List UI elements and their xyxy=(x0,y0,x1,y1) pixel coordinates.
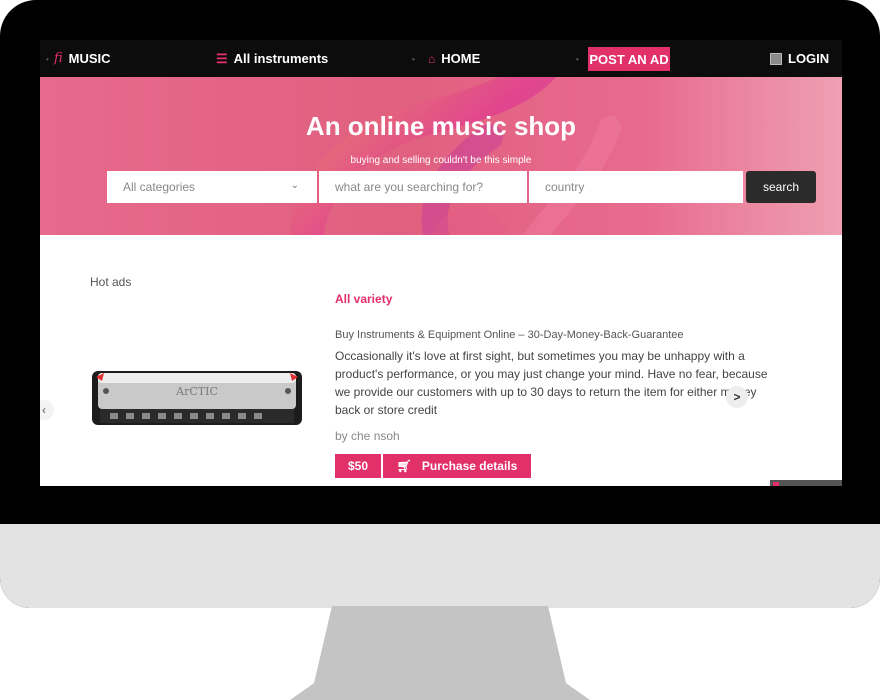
search-query-wrapper: what are you searching for? xyxy=(319,171,527,203)
nav-login[interactable]: LOGIN xyxy=(770,40,829,77)
category-select-value: All categories xyxy=(123,180,196,194)
post-ad-button[interactable]: POST AN AD xyxy=(588,47,670,71)
nav-separator: • xyxy=(412,55,415,64)
country-wrapper: country xyxy=(529,171,743,203)
brand-link[interactable]: fi MUSIC xyxy=(54,40,111,77)
home-icon: ⌂ xyxy=(428,51,436,66)
price-badge: $50 xyxy=(335,454,381,478)
category-select[interactable]: All categories ⌄ xyxy=(107,171,317,203)
search-button[interactable]: search xyxy=(746,171,816,203)
ad-title[interactable]: Buy Instruments & Equipment Online – 30-… xyxy=(335,329,684,341)
nav-all-instruments[interactable]: ☰ All instruments xyxy=(216,40,328,77)
top-navbar: • fi MUSIC ☰ All instruments • ⌂ HOME • … xyxy=(40,40,842,77)
nav-all-instruments-label: All instruments xyxy=(233,51,329,66)
nav-home-label: HOME xyxy=(441,51,481,66)
nav-login-label: LOGIN xyxy=(788,51,830,66)
country-input[interactable]: country xyxy=(529,171,743,203)
carousel-next-button[interactable]: > xyxy=(726,386,748,408)
search-input-placeholder: what are you searching for? xyxy=(335,180,484,194)
website-screen: • fi MUSIC ☰ All instruments • ⌂ HOME • … xyxy=(40,40,842,486)
search-bar: All categories ⌄ xyxy=(107,171,317,203)
list-icon: ☰ xyxy=(216,50,228,66)
country-input-placeholder: country xyxy=(545,180,585,194)
hero-banner: An online music shop buying and selling … xyxy=(40,77,842,235)
nav-separator: • xyxy=(576,55,579,64)
corner-widget[interactable] xyxy=(770,480,842,486)
chevron-down-icon: ⌄ xyxy=(290,180,299,191)
nav-home[interactable]: ⌂ HOME xyxy=(428,40,480,77)
harmonica-product-image[interactable]: ArCTIC xyxy=(90,365,310,435)
ad-description: Occasionally it's love at first sight, b… xyxy=(335,349,768,417)
product-brand-text: ArCTIC xyxy=(175,385,218,398)
ad-category[interactable]: All variety xyxy=(335,292,392,306)
hot-ads-heading: Hot ads xyxy=(90,275,132,289)
purchase-details-button[interactable]: 🛒︎ Purchase details xyxy=(383,454,531,478)
brand-label: MUSIC xyxy=(68,51,111,66)
nav-separator: • xyxy=(46,55,49,64)
hero-subtitle: buying and selling couldn't be this simp… xyxy=(350,155,532,166)
monitor-stand xyxy=(290,606,590,700)
cart-icon: 🛒︎ xyxy=(396,459,412,473)
purchase-details-label: Purchase details xyxy=(421,459,518,473)
ad-author: by che nsoh xyxy=(335,429,400,443)
brand-logo-icon: fi xyxy=(54,51,63,66)
monitor-chin xyxy=(0,524,880,608)
hero-title: An online music shop xyxy=(305,111,577,141)
carousel-prev-button[interactable]: ‹ xyxy=(40,400,54,420)
search-input[interactable]: what are you searching for? xyxy=(319,171,527,203)
user-icon xyxy=(770,52,782,65)
